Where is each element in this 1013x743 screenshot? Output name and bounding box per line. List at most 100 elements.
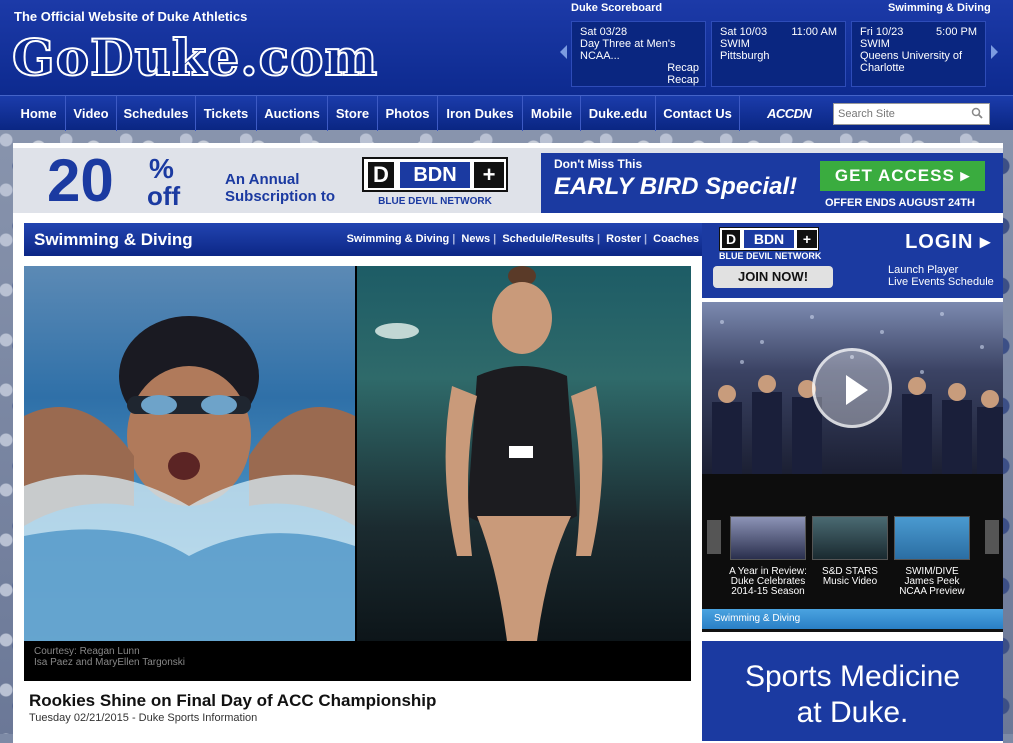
nav-iron-dukes[interactable]: Iron Dukes <box>438 96 523 131</box>
game-line2: NCAA... <box>580 50 620 62</box>
thumb-prev-icon[interactable] <box>707 520 721 554</box>
recap-link[interactable]: Recap <box>667 74 699 86</box>
nav-photos[interactable]: Photos <box>378 96 438 131</box>
launch-links: Launch Player Live Events Schedule <box>888 264 994 288</box>
ad-annual-l1: An Annual <box>225 171 300 188</box>
video-footer[interactable]: Swimming & Diving <box>702 609 1003 629</box>
nav-tickets[interactable]: Tickets <box>196 96 257 131</box>
game-line1: Day Three at Men's <box>580 38 676 50</box>
ad-annual: An Annual Subscription to <box>225 171 335 205</box>
nav-contact-us[interactable]: Contact Us <box>656 96 740 131</box>
bdn-small-plus: + <box>797 230 817 248</box>
nav-auctions[interactable]: Auctions <box>257 96 328 131</box>
content-area: 20 % off An Annual Subscription to D BDN… <box>13 143 1003 743</box>
bdn-d: D <box>368 162 394 188</box>
diver-photo <box>357 266 691 641</box>
nav-store[interactable]: Store <box>328 96 378 131</box>
thumb-caption[interactable]: SWIM/DIVE James Peek NCAA Preview <box>891 567 973 597</box>
sm-line2: at Duke. <box>796 696 909 729</box>
video-main[interactable] <box>702 302 1003 474</box>
game-time: 5:00 PM <box>936 26 977 38</box>
scoreboard-prev-icon[interactable] <box>560 45 567 59</box>
scoreboard-game[interactable]: Sat 10/03 11:00 AM SWIM Pittsburgh <box>711 21 846 87</box>
bdn-text: BDN <box>400 162 470 188</box>
live-events-link[interactable]: Live Events Schedule <box>888 276 994 288</box>
nav-mobile[interactable]: Mobile <box>523 96 581 131</box>
early-bird-text: EARLY BIRD Special! <box>554 173 798 200</box>
bdn-logo: D BDN + <box>362 157 508 192</box>
diver-illustration <box>375 266 603 641</box>
section-links: Swimming & Diving | News | Schedule/Result… <box>346 233 699 245</box>
bdn-small-text: BDN <box>744 230 794 248</box>
section-link-news[interactable]: News <box>461 233 490 245</box>
get-access-button[interactable]: GET ACCESS ▸ <box>820 161 985 191</box>
play-button[interactable] <box>812 348 892 428</box>
scoreboard-label[interactable]: Duke Scoreboard <box>571 2 662 14</box>
scoreboard-next-icon[interactable] <box>991 45 998 59</box>
game-line2: Pittsburgh <box>720 50 770 62</box>
game-line2: Queens University of Charlotte <box>860 50 963 74</box>
swimmer-illustration <box>24 316 355 641</box>
nav-home[interactable]: Home <box>12 96 66 131</box>
early-bird-panel: Don't Miss This EARLY BIRD Special! GET … <box>541 153 1003 213</box>
article-title[interactable]: Rookies Shine on Final Day of ACC Champi… <box>29 691 436 711</box>
section-link-coaches[interactable]: Coaches <box>653 233 699 245</box>
recap-link[interactable]: Recap <box>667 62 699 74</box>
section-link-swimming[interactable]: Swimming & Diving <box>347 233 450 245</box>
accdn-logo[interactable]: ACCDN <box>767 106 812 121</box>
scoreboard-sport[interactable]: Swimming & Diving <box>888 2 991 14</box>
site-logo[interactable]: GoDuke.com <box>11 27 378 88</box>
article-meta: Tuesday 02/21/2015 - Duke Sports Informa… <box>29 712 258 724</box>
launch-player-link[interactable]: Launch Player <box>888 264 994 276</box>
caption-credit: Courtesy: Reagan Lunn <box>34 646 140 657</box>
ad-annual-l2: Subscription to <box>225 188 335 205</box>
search-icon[interactable] <box>971 107 983 119</box>
caption-names: Isa Paez and MaryEllen Targonski <box>34 657 186 668</box>
play-icon <box>846 375 868 405</box>
offer-ends-text: OFFER ENDS AUGUST 24TH <box>825 197 975 209</box>
nav-schedules[interactable]: Schedules <box>117 96 196 131</box>
scoreboard-game[interactable]: Sat 03/28 Day Three at Men's NCAA... Rec… <box>571 21 706 87</box>
nav-duke-edu[interactable]: Duke.edu <box>581 96 656 131</box>
sm-line1: Sports Medicine <box>744 660 961 693</box>
section-link-schedule[interactable]: Schedule/Results <box>502 233 594 245</box>
bdn-plus: + <box>474 162 504 188</box>
search-placeholder: Search Site <box>838 108 895 120</box>
thumb-caption[interactable]: A Year in Review: Duke Celebrates 2014-1… <box>727 567 809 597</box>
bdn-ad-banner[interactable]: 20 % off An Annual Subscription to D BDN… <box>13 148 1003 213</box>
video-thumb[interactable] <box>812 516 888 560</box>
bdn-subtitle: BLUE DEVIL NETWORK <box>378 196 492 207</box>
sports-medicine-ad[interactable]: Sports Medicine at Duke. <box>702 641 1003 741</box>
hero-photo[interactable]: Courtesy: Reagan Lunn Isa Paez and MaryE… <box>24 266 691 681</box>
login-link[interactable]: LOGIN ▸ <box>905 229 991 254</box>
game-line1: SWIM <box>860 38 890 50</box>
thumb-next-icon[interactable] <box>985 520 999 554</box>
search-input[interactable]: Search Site <box>833 103 990 125</box>
bdn-small-sub: BLUE DEVIL NETWORK <box>719 251 822 261</box>
game-time: 11:00 AM <box>791 26 837 38</box>
thumb-caption[interactable]: S&D STARS Music Video <box>809 567 891 587</box>
site-header: The Official Website of Duke Athletics G… <box>0 0 1013 95</box>
bdn-small-d: D <box>722 230 740 248</box>
game-line1: SWIM <box>720 38 750 50</box>
scoreboard-game[interactable]: Fri 10/23 5:00 PM SWIM Queens University… <box>851 21 986 87</box>
section-link-roster[interactable]: Roster <box>606 233 641 245</box>
video-thumbnails: A Year in Review: Duke Celebrates 2014-1… <box>702 474 1003 609</box>
ad-off: off <box>147 181 181 211</box>
swimmer-photo <box>24 266 355 641</box>
section-title: Swimming & Diving <box>34 230 193 249</box>
join-now-button[interactable]: JOIN NOW! <box>713 266 833 288</box>
site-tagline: The Official Website of Duke Athletics <box>14 9 248 24</box>
section-header: Swimming & Diving Swimming & Diving | New… <box>24 223 703 256</box>
video-thumb[interactable] <box>730 516 806 560</box>
bdn-small-logo: D BDN + <box>719 227 819 251</box>
ad-percent: 20 <box>47 147 114 214</box>
nav-video[interactable]: Video <box>66 96 117 131</box>
game-date: Sat 03/28 <box>580 26 628 38</box>
video-thumb[interactable] <box>894 516 970 560</box>
main-nav: Home Video Schedules Tickets Auctions St… <box>0 95 1013 131</box>
photo-caption: Courtesy: Reagan Lunn Isa Paez and MaryE… <box>24 641 691 681</box>
bdn-login-box: D BDN + BLUE DEVIL NETWORK LOGIN ▸ JOIN … <box>702 223 1003 298</box>
dont-miss-text: Don't Miss This <box>554 157 643 171</box>
video-player: A Year in Review: Duke Celebrates 2014-1… <box>702 302 1003 632</box>
